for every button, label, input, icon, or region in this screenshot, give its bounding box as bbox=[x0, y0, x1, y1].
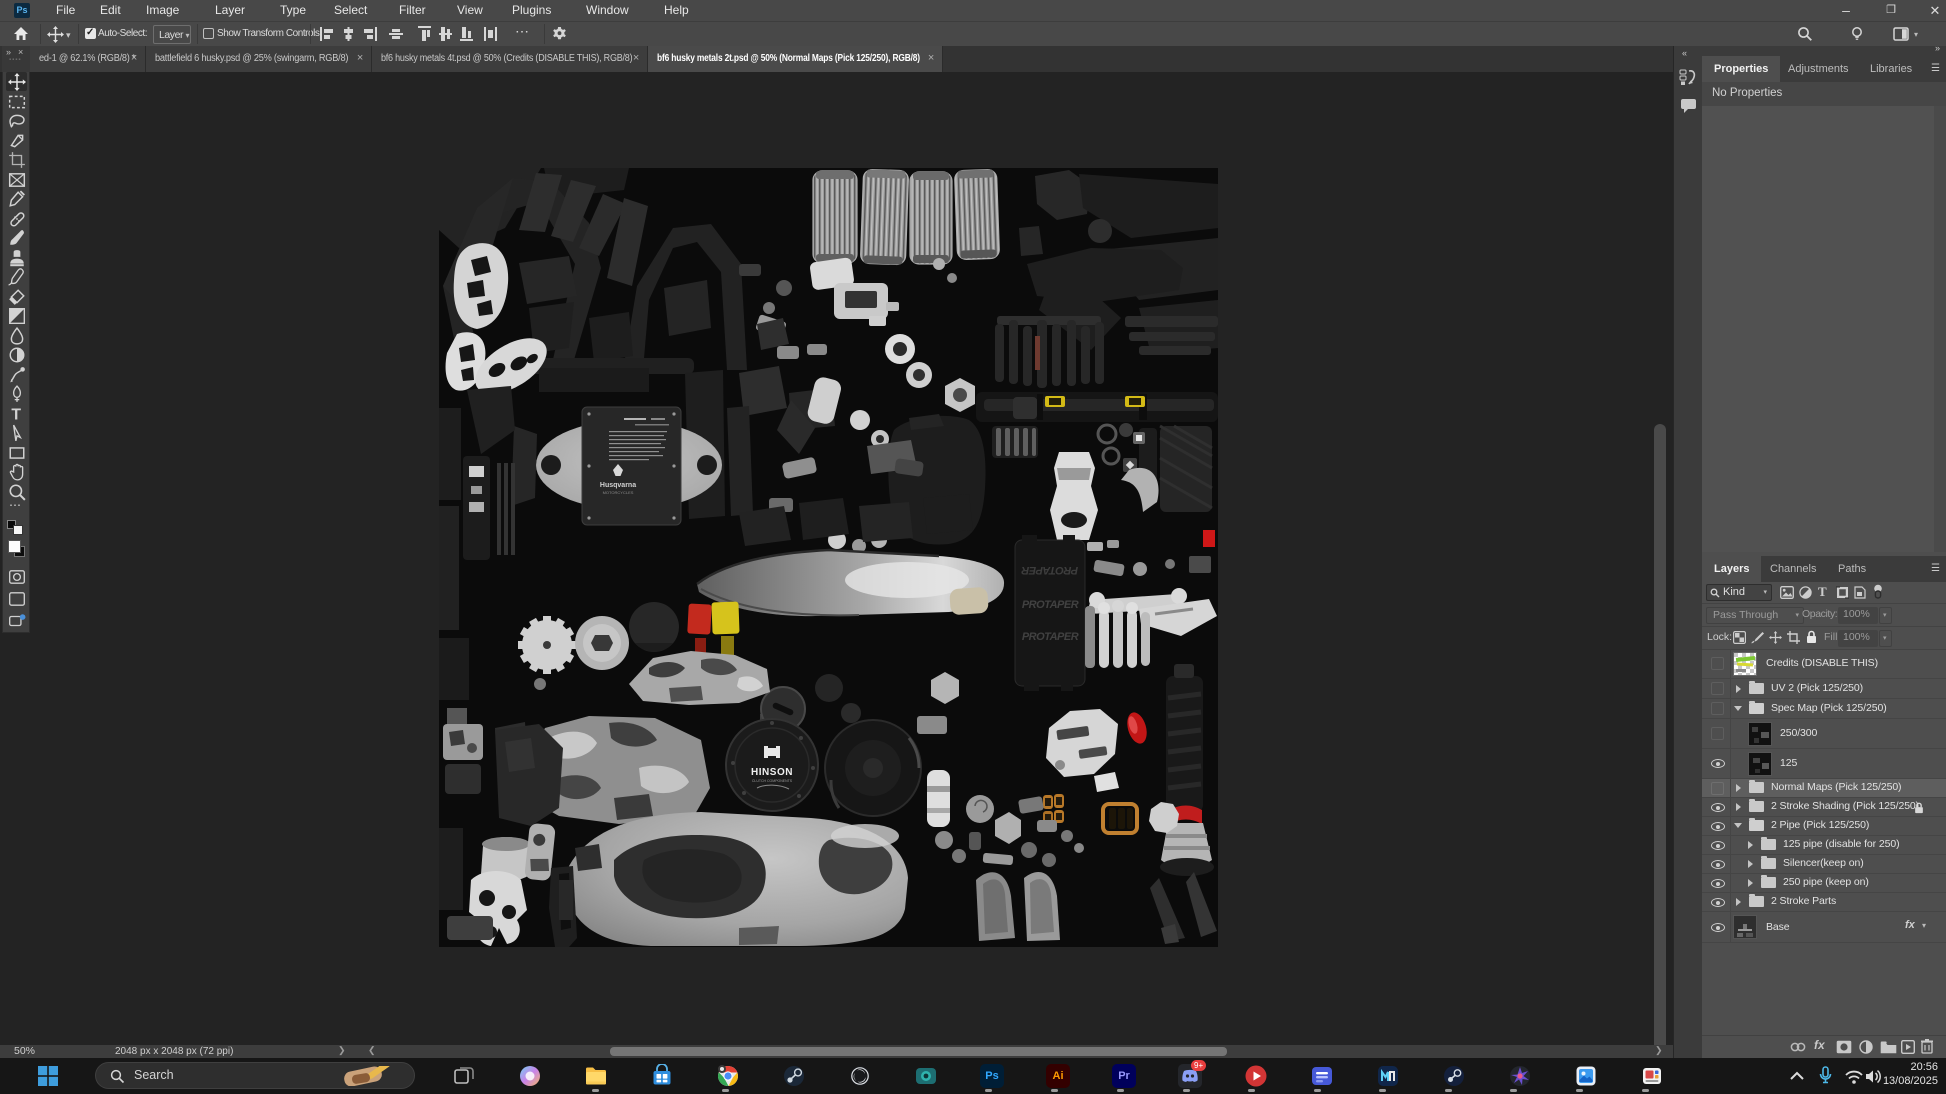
svg-text:PROTAPER: PROTAPER bbox=[1022, 599, 1079, 611]
svg-text:T: T bbox=[11, 407, 21, 423]
svg-text:PROTAPER: PROTAPER bbox=[1021, 564, 1078, 576]
svg-text:HINSON: HINSON bbox=[751, 767, 793, 778]
svg-text:MOTORCYCLES: MOTORCYCLES bbox=[603, 490, 634, 495]
svg-text:PROTAPER: PROTAPER bbox=[1022, 631, 1079, 643]
svg-text:Husqvarna: Husqvarna bbox=[600, 482, 636, 489]
svg-text:CLUTCH COMPONENTS: CLUTCH COMPONENTS bbox=[752, 779, 793, 783]
